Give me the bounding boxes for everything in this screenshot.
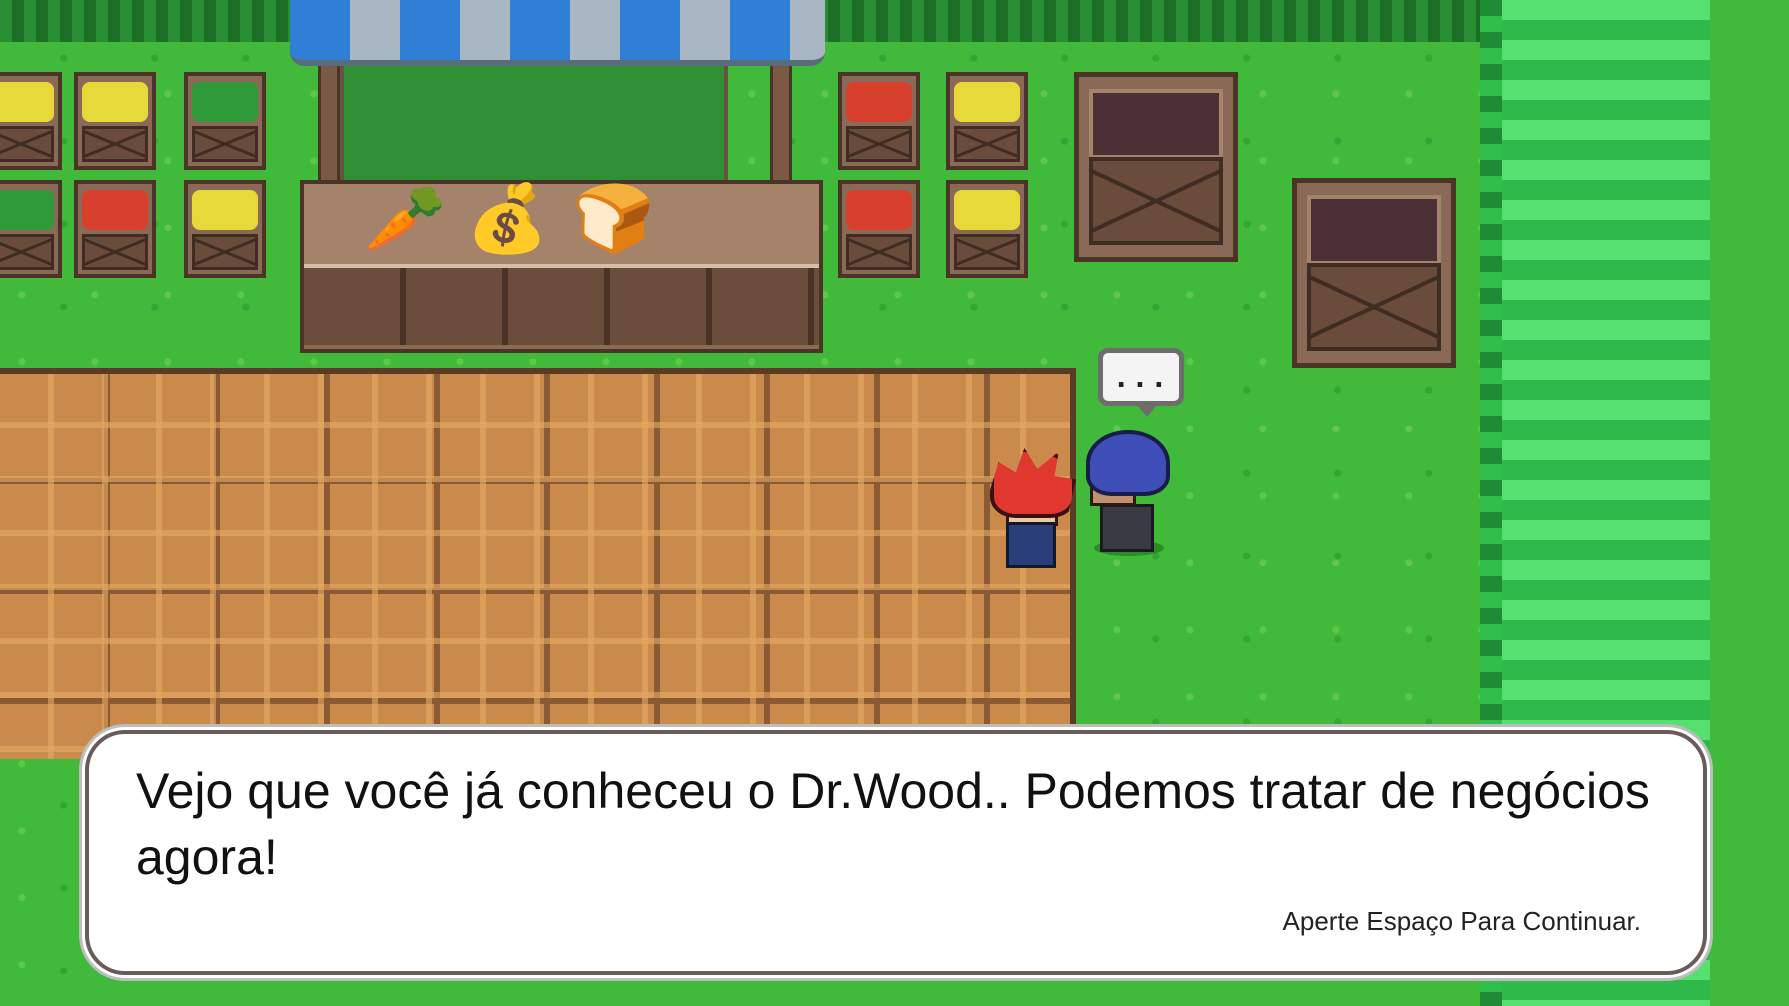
carrot-icon[interactable]: 🥕 (364, 185, 446, 251)
dialog-box[interactable]: Vejo que você já conheceu o Dr.Wood.. Po… (85, 730, 1707, 975)
produce-crate (838, 72, 920, 170)
game-scene: 🥕 💰 🍞 ... Vejo que você já conheceu o Dr… (0, 0, 1789, 1006)
storage-crate (1074, 72, 1238, 262)
stall-awning (290, 0, 825, 66)
produce-crate (184, 180, 266, 278)
continue-hint: Aperte Espaço Para Continuar. (1282, 906, 1641, 936)
player-character (990, 448, 1076, 568)
sack-icon[interactable]: 💰 (466, 185, 548, 251)
produce-crate (0, 180, 62, 278)
produce-crate (0, 72, 62, 170)
stall-backdrop (340, 60, 728, 184)
dialog-message: Vejo que você já conheceu o Dr.Wood.. Po… (136, 763, 1650, 885)
produce-crate (74, 72, 156, 170)
produce-crate (946, 72, 1028, 170)
speech-bubble: ... (1098, 348, 1184, 417)
produce-crate (946, 180, 1028, 278)
counter-front (304, 268, 819, 345)
far-grass (1710, 0, 1789, 1006)
produce-crate (184, 72, 266, 170)
dirt-path (0, 368, 1076, 759)
storage-crate (1292, 178, 1456, 368)
produce-crate (838, 180, 920, 278)
produce-crate (74, 180, 156, 278)
bread-icon[interactable]: 🍞 (572, 185, 654, 251)
npc-merchant (1086, 430, 1176, 560)
